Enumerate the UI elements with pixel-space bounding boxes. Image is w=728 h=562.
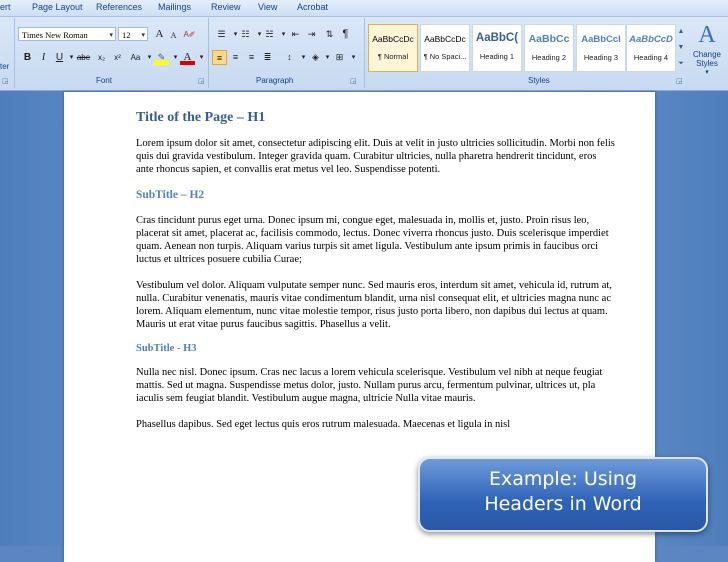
numbering-icon[interactable]: ☷: [238, 27, 253, 42]
style-heading-1[interactable]: AaBbC( Heading 1: [472, 24, 522, 72]
paragraph-launcher-icon[interactable]: ◲: [350, 77, 357, 85]
font-name-value: Times New Roman: [22, 30, 88, 40]
italic-button[interactable]: I: [36, 50, 51, 65]
group-divider: [208, 18, 209, 88]
superscript-button[interactable]: x²: [110, 50, 125, 65]
style-sample: AaBbCcDc: [372, 34, 414, 44]
tab-view[interactable]: View: [258, 2, 277, 12]
align-left-button[interactable]: ≡: [212, 50, 227, 65]
change-styles-button[interactable]: A Change Styles ▾: [689, 20, 725, 76]
document-body[interactable]: Title of the Page – H1 Lorem ipsum dolor…: [136, 110, 616, 431]
style-sample: AaBbCcDc: [424, 34, 466, 44]
paragraph-group-label: Paragraph: [256, 76, 294, 85]
subscript-button[interactable]: x₂: [94, 50, 109, 65]
font-group-label: Font: [96, 76, 113, 85]
example-callout: Example: Using Headers in Word: [418, 457, 708, 532]
borders-icon[interactable]: ⊞: [332, 50, 347, 65]
heading-1[interactable]: Title of the Page – H1: [136, 110, 616, 126]
justify-button[interactable]: ≣: [260, 50, 275, 65]
paragraph[interactable]: Lorem ipsum dolor sit amet, consectetur …: [136, 137, 616, 176]
style-sample: AaBbCc: [528, 33, 570, 45]
font-name-combo[interactable]: Times New Roman ▾: [18, 27, 116, 41]
style-heading-2[interactable]: AaBbCc Heading 2: [524, 24, 574, 72]
paragraph[interactable]: Cras tincidunt purus eget urna. Donec ip…: [136, 214, 616, 266]
change-styles-label: Change Styles: [692, 50, 722, 68]
tab-insert[interactable]: ert: [0, 2, 11, 12]
scroll-down-icon[interactable]: ▼: [676, 40, 686, 56]
style-heading-4[interactable]: AaBbCcD Heading 4: [626, 24, 676, 72]
font-color-icon[interactable]: A: [180, 50, 195, 65]
styles-group-label: Styles: [528, 76, 550, 85]
tab-review[interactable]: Review: [211, 2, 241, 12]
style-name: Heading 4: [633, 53, 669, 62]
ribbon-tabs: ert Page Layout References Mailings Revi…: [0, 0, 728, 17]
heading-2[interactable]: SubTitle – H2: [136, 189, 616, 201]
scroll-up-icon[interactable]: ▲: [676, 24, 686, 40]
style-normal[interactable]: AaBbCcDc ¶ Normal: [368, 24, 418, 72]
style-no-spacing[interactable]: AaBbCcDc ¶ No Spaci...: [420, 24, 470, 72]
increase-indent-icon[interactable]: ⇥: [304, 27, 319, 42]
tab-references[interactable]: References: [96, 2, 142, 12]
tab-acrobat[interactable]: Acrobat: [297, 2, 328, 12]
style-name: ¶ Normal: [377, 52, 409, 61]
font-size-combo[interactable]: 12 ▾: [118, 27, 148, 41]
strikethrough-button[interactable]: abe: [76, 50, 91, 65]
change-case-button[interactable]: Aa: [128, 50, 143, 65]
gallery-more-icon[interactable]: ⏷: [676, 56, 686, 72]
paragraph[interactable]: Nulla nec nisl. Donec ipsum. Cras nec la…: [136, 366, 616, 405]
decrease-indent-icon[interactable]: ⇤: [288, 27, 303, 42]
align-right-button[interactable]: ≡: [244, 50, 259, 65]
style-name: Heading 2: [531, 53, 567, 62]
styles-launcher-icon[interactable]: ◲: [676, 77, 683, 85]
style-sample: AaBbC(: [475, 32, 519, 44]
chevron-down-icon[interactable]: ▾: [194, 50, 209, 65]
style-name: Heading 3: [583, 53, 619, 62]
style-sample: AaBbCcI: [581, 34, 621, 45]
clear-formatting-icon[interactable]: A✐: [182, 27, 197, 42]
tab-mailings[interactable]: Mailings: [158, 2, 191, 12]
styles-gallery-scroll[interactable]: ▲ ▼ ⏷: [676, 24, 686, 72]
shrink-font-icon[interactable]: A: [166, 28, 181, 43]
sort-icon[interactable]: ⇅: [322, 27, 337, 42]
align-center-button[interactable]: ≡: [228, 50, 243, 65]
ribbon: ert Page Layout References Mailings Revi…: [0, 0, 728, 91]
group-divider: [14, 18, 15, 88]
tab-page-layout[interactable]: Page Layout: [32, 2, 83, 12]
font-size-value: 12: [122, 30, 131, 40]
chevron-down-icon: ▾: [109, 31, 113, 39]
chevron-down-icon[interactable]: ▾: [346, 50, 361, 65]
callout-line-2: Headers in Word: [484, 493, 642, 515]
grow-font-icon[interactable]: A: [152, 27, 167, 42]
style-name: Heading 1: [479, 52, 515, 61]
multilevel-list-icon[interactable]: ☵: [262, 27, 277, 42]
chevron-down-icon: ▾: [141, 31, 145, 39]
style-heading-3[interactable]: AaBbCcI Heading 3: [576, 24, 626, 72]
style-name: ¶ No Spaci...: [423, 52, 467, 61]
paragraph[interactable]: Vestibulum vel dolor. Aliquam vulputate …: [136, 279, 616, 331]
heading-3[interactable]: SubTitle - H3: [136, 343, 616, 354]
style-sample: AaBbCcD: [629, 34, 673, 45]
line-spacing-icon[interactable]: ↕: [282, 50, 297, 65]
change-styles-icon: A: [698, 22, 716, 48]
paragraph[interactable]: Phasellus dapibus. Sed eget lectus quis …: [136, 418, 616, 431]
chevron-down-icon: ▾: [705, 69, 709, 76]
callout-line-1: Example: Using: [488, 468, 638, 490]
show-formatting-icon[interactable]: ¶: [338, 27, 353, 42]
highlight-icon[interactable]: ✎: [154, 50, 169, 65]
bold-button[interactable]: B: [20, 50, 35, 65]
clipboard-launcher-icon[interactable]: ◲: [2, 77, 9, 85]
font-launcher-icon[interactable]: ◲: [198, 77, 205, 85]
clipboard-fragment: ter: [0, 62, 10, 71]
group-divider: [364, 18, 365, 88]
bullets-icon[interactable]: ☰: [214, 27, 229, 42]
